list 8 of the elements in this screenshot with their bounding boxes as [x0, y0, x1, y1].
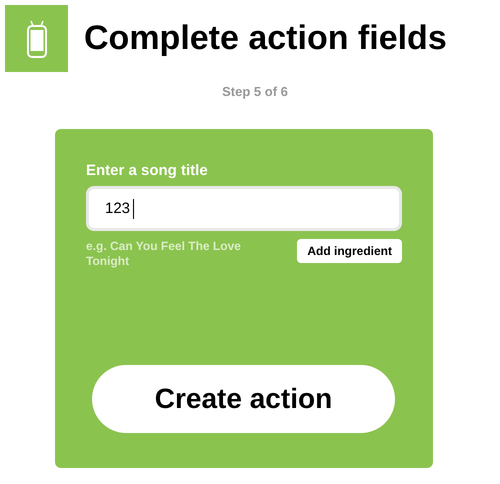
add-ingredient-button[interactable]: Add ingredient — [297, 239, 402, 263]
input-field[interactable]: 123 — [86, 186, 402, 231]
create-action-button[interactable]: Create action — [92, 365, 395, 433]
field-label: Enter a song title — [86, 162, 209, 179]
phone-icon — [26, 20, 48, 58]
field-hint: e.g. Can You Feel The Love Tonight — [86, 239, 242, 269]
step-indicator: Step 5 of 6 — [221, 84, 289, 99]
page-title: Complete action fields — [84, 19, 447, 58]
